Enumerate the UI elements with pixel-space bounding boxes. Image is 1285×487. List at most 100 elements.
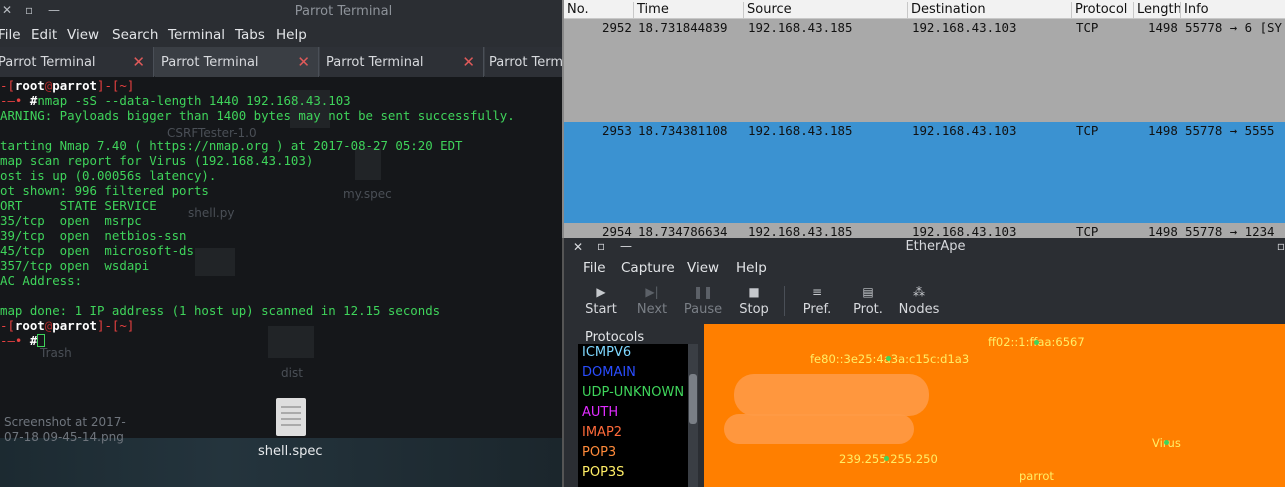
start-button[interactable]: ▶ Start: [576, 282, 626, 317]
redacted-region: [724, 414, 914, 444]
cell-protocol: TCP: [1076, 123, 1099, 138]
graph-node[interactable]: [1034, 340, 1039, 345]
prompt-bracket: -[: [0, 318, 15, 333]
etherape-toolbar: ▶ Start ▶| Next ❚❚ Pause ■ Stop ≡ Pref. ▤ Prot…: [564, 282, 1285, 322]
skip-next-icon: ▶|: [645, 285, 659, 299]
toolbar-separator: [784, 286, 785, 316]
preferences-button[interactable]: ≡ Pref.: [792, 282, 842, 317]
menu-view[interactable]: View: [687, 260, 719, 276]
menu-help[interactable]: Help: [736, 260, 767, 276]
graph-node[interactable]: [1164, 440, 1169, 445]
scrollbar-thumb[interactable]: [689, 374, 697, 424]
desktop-icon-label[interactable]: Screenshot at 2017- 07-18 09-45-14.png: [4, 415, 126, 445]
cell-no: 2952: [602, 20, 632, 35]
protocols-scrollbar[interactable]: [688, 344, 698, 487]
desktop: ✕ ▫ — Parrot Terminal File Edit View Sea…: [0, 0, 1285, 487]
prompt-line: -[root@parrot]-[~]: [0, 78, 134, 93]
menu-file[interactable]: File: [0, 27, 21, 43]
graph-node-label[interactable]: parrot: [1019, 469, 1054, 483]
graph-node[interactable]: [886, 356, 891, 361]
tab-label: Parrot Termi: [489, 55, 562, 70]
cell-destination: 192.168.43.103: [912, 123, 1017, 138]
button-label: Pref.: [802, 302, 832, 317]
graph-node[interactable]: [884, 456, 889, 461]
cell-protocol: TCP: [1076, 224, 1099, 238]
column-header-info[interactable]: Info: [1180, 2, 1209, 19]
cell-source: 192.168.43.185: [748, 224, 853, 238]
menu-tabs[interactable]: Tabs: [235, 27, 265, 43]
pause-button[interactable]: ❚❚ Pause: [678, 282, 728, 317]
pause-icon: ❚❚: [692, 285, 714, 299]
output-line: 45/tcp open microsoft-ds: [0, 243, 194, 258]
file-icon[interactable]: [276, 398, 306, 436]
protocol-item[interactable]: POP3S: [582, 465, 624, 480]
etherape-menubar: File Capture View Help: [564, 259, 1285, 281]
protocol-item[interactable]: DOMAIN: [582, 365, 636, 380]
menu-search[interactable]: Search: [112, 27, 158, 43]
output-line: 357/tcp open wsdapi: [0, 258, 150, 273]
column-header-length[interactable]: Length: [1133, 2, 1182, 19]
cell-protocol: TCP: [1076, 20, 1099, 35]
nodes-button[interactable]: ⁂ Nodes: [894, 282, 944, 317]
column-header-protocol[interactable]: Protocol: [1071, 2, 1127, 19]
cell-destination: 192.168.43.103: [912, 20, 1017, 35]
screenshot-label-line: Screenshot at 2017-: [4, 415, 126, 429]
menu-help[interactable]: Help: [276, 27, 307, 43]
output-line: AC Address:: [0, 273, 83, 288]
etherape-titlebar: ✕ ▫ — EtherApe ▫: [564, 238, 1285, 257]
menu-edit[interactable]: Edit: [31, 27, 57, 43]
cell-source: 192.168.43.185: [748, 123, 853, 138]
terminal-tab[interactable]: Parrot Terminal ✕: [155, 47, 319, 77]
menu-view[interactable]: View: [67, 27, 99, 43]
packet-row-selected[interactable]: 2953 18.734381108 192.168.43.185 192.168…: [564, 122, 1285, 223]
close-tab-icon[interactable]: ✕: [297, 53, 310, 71]
cell-no: 2954: [602, 224, 632, 238]
packet-row[interactable]: 2954 18.734786634 192.168.43.185 192.168…: [564, 223, 1285, 238]
prompt-hash: #: [29, 333, 38, 348]
protocols-heading: Protocols: [585, 330, 645, 345]
button-label: Start: [585, 302, 617, 317]
packet-row[interactable]: 2952 18.731844839 192.168.43.185 192.168…: [564, 19, 1285, 122]
menu-file[interactable]: File: [583, 260, 606, 276]
next-button[interactable]: ▶| Next: [627, 282, 677, 317]
terminal-menubar: File Edit View Search Terminal Tabs Help: [0, 23, 562, 47]
protocol-item[interactable]: UDP-UNKNOWN: [582, 385, 684, 400]
terminal-output[interactable]: -[root@parrot]-[~] -—• #nmap -sS --data-…: [0, 78, 562, 438]
terminal-titlebar: ✕ ▫ — Parrot Terminal: [0, 0, 562, 23]
maximize-icon[interactable]: ▫: [1277, 239, 1285, 253]
tab-label: Parrot Terminal: [326, 55, 424, 70]
desktop-icon-label[interactable]: shell.spec: [258, 444, 323, 459]
protocols-button[interactable]: ▤ Prot.: [843, 282, 893, 317]
network-graph-canvas[interactable]: ff02::1:ffaa:6567 fe80::3e25:4a3a:c15c:d…: [704, 324, 1285, 487]
prompt-bracket: -[: [0, 78, 15, 93]
menu-terminal[interactable]: Terminal: [168, 27, 225, 43]
close-tab-icon[interactable]: ✕: [462, 53, 475, 71]
column-header-no[interactable]: No.: [564, 2, 589, 19]
protocols-icon: ▤: [862, 285, 874, 299]
terminal-tab[interactable]: Parrot Terminal ✕: [320, 47, 484, 77]
protocol-item[interactable]: AUTH: [582, 405, 618, 420]
close-tab-icon[interactable]: ✕: [132, 53, 145, 71]
stop-button[interactable]: ■ Stop: [729, 282, 779, 317]
output-line: map done: 1 IP address (1 host up) scann…: [0, 303, 441, 318]
cell-destination: 192.168.43.103: [912, 224, 1017, 238]
button-label: Nodes: [898, 302, 940, 317]
output-line: 35/tcp open msrpc: [0, 213, 142, 228]
command-text: nmap -sS --data-length 1440 192.168.43.1…: [37, 93, 351, 108]
column-header-source[interactable]: Source: [743, 2, 792, 19]
protocol-item[interactable]: IMAP2: [582, 425, 622, 440]
protocol-item[interactable]: POP3: [582, 445, 616, 460]
button-label: Stop: [739, 302, 769, 317]
protocol-item[interactable]: ICMPV6: [582, 345, 631, 360]
output-line: tarting Nmap 7.40 ( https://nmap.org ) a…: [0, 138, 463, 153]
menu-capture[interactable]: Capture: [621, 260, 675, 276]
button-label: Pause: [683, 302, 723, 317]
output-line: 39/tcp open netbios-ssn: [0, 228, 187, 243]
cell-time: 18.734381108: [638, 123, 728, 138]
terminal-tab[interactable]: Parrot Termi: [485, 47, 562, 77]
cell-info: 55778 → 6 [SY: [1185, 20, 1282, 35]
column-header-destination[interactable]: Destination: [907, 2, 986, 19]
terminal-tab[interactable]: Parrot Terminal ✕: [0, 47, 154, 77]
column-header-time[interactable]: Time: [633, 2, 669, 19]
protocols-list[interactable]: ICMPV6 DOMAIN UDP-UNKNOWN AUTH IMAP2 POP…: [578, 344, 688, 487]
